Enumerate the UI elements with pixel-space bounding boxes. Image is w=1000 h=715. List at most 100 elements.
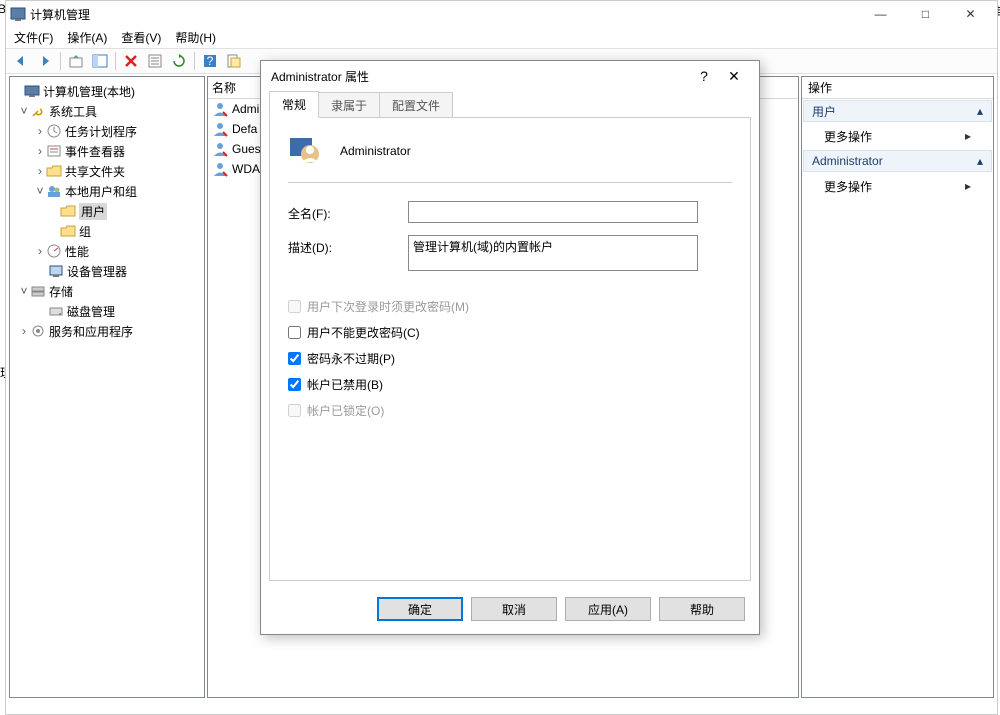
menu-view[interactable]: 查看(V) [121,29,161,46]
expand-icon[interactable]: ˅ [18,104,30,118]
description-label: 描述(D): [288,235,408,256]
list-item-label: Admi [232,102,259,116]
checkbox[interactable] [288,378,301,391]
fullname-input[interactable] [408,201,698,223]
menubar: 文件(F) 操作(A) 查看(V) 帮助(H) [6,27,997,48]
tree-storage[interactable]: 存储 [49,283,73,300]
perf-icon [46,243,62,259]
tab-profile[interactable]: 配置文件 [379,92,453,118]
collapse-icon[interactable]: › [34,164,46,178]
collapse-icon[interactable]: › [34,124,46,138]
user-icon [212,161,228,177]
tree-task-scheduler[interactable]: 任务计划程序 [65,123,137,140]
folder-share-icon [46,163,62,179]
submenu-arrow-icon: ▸ [965,129,971,143]
users-icon [46,183,62,199]
disk-icon [48,303,64,319]
tab-general[interactable]: 常规 [269,91,319,118]
username-label: Administrator [340,144,411,158]
actions-section-label: Administrator [812,154,883,168]
tools-icon [30,103,46,119]
tree-services-apps[interactable]: 服务和应用程序 [49,323,133,340]
expand-icon[interactable]: ˅ [18,284,30,298]
chk-never-expire[interactable]: 密码永不过期(P) [288,345,732,371]
help-button[interactable]: 帮助 [659,597,745,621]
titlebar[interactable]: 计算机管理 — □ ✕ [6,1,997,27]
dialog-close-button[interactable]: ✕ [719,68,749,85]
tree-shared-folders[interactable]: 共享文件夹 [65,163,125,180]
help-button[interactable]: ? [199,50,221,72]
user-icon [212,141,228,157]
apply-button[interactable]: 应用(A) [565,597,651,621]
dialog-buttons: 确定 取消 应用(A) 帮助 [261,584,759,634]
tree-event-viewer[interactable]: 事件查看器 [65,143,125,160]
show-hide-tree-button[interactable] [89,50,111,72]
ok-button[interactable]: 确定 [377,597,463,621]
clock-icon [46,123,62,139]
checkbox-label: 帐户已锁定(O) [307,402,384,419]
back-button[interactable] [10,50,32,72]
dialog-title: Administrator 属性 [271,68,689,85]
collapse-icon[interactable]: › [18,324,30,338]
tree-device-manager[interactable]: 设备管理器 [67,263,127,280]
delete-button[interactable] [120,50,142,72]
actions-section-label: 用户 [812,103,836,120]
actions-more-2[interactable]: 更多操作▸ [802,173,993,199]
checkbox-label: 用户不能更改密码(C) [307,324,420,341]
checkbox[interactable] [288,352,301,365]
tree-system-tools[interactable]: 系统工具 [49,103,97,120]
user-avatar-icon [288,134,322,168]
separator [288,182,732,183]
tree-users[interactable]: 用户 [79,203,107,220]
menu-action[interactable]: 操作(A) [67,29,107,46]
folder-icon [60,203,76,219]
maximize-button[interactable]: □ [903,1,948,27]
tree-disk-mgmt[interactable]: 磁盘管理 [67,303,115,320]
collapse-icon[interactable]: › [34,144,46,158]
collapse-up-icon: ▴ [977,154,983,168]
fullname-label: 全名(F): [288,201,408,222]
properties-button[interactable] [144,50,166,72]
expand-icon[interactable]: ˅ [34,184,46,198]
tree-performance[interactable]: 性能 [65,243,89,260]
collapse-up-icon: ▴ [977,104,983,118]
actions-item-label: 更多操作 [824,128,872,145]
chk-cannot-change[interactable]: 用户不能更改密码(C) [288,319,732,345]
actions-section-admin[interactable]: Administrator ▴ [803,150,992,172]
refresh-button[interactable] [168,50,190,72]
checkbox-label: 密码永不过期(P) [307,350,395,367]
actions-pane: 操作 用户▴ 更多操作▸ Administrator▴ 更多操作▸ [801,76,994,698]
up-button[interactable] [65,50,87,72]
chk-account-disabled[interactable]: 帐户已禁用(B) [288,371,732,397]
dialog-titlebar[interactable]: Administrator 属性 ? ✕ [261,61,759,91]
checkbox[interactable] [288,326,301,339]
checkbox [288,300,301,313]
window-title: 计算机管理 [30,6,858,23]
event-icon [46,143,62,159]
actions-more-1[interactable]: 更多操作 ▸ [802,123,993,149]
minimize-button[interactable]: — [858,1,903,27]
cancel-button[interactable]: 取消 [471,597,557,621]
dialog-tabs: 常规 隶属于 配置文件 [261,91,759,117]
collapse-icon[interactable]: › [34,244,46,258]
close-button[interactable]: ✕ [948,1,993,27]
storage-icon [30,283,46,299]
list-item-label: Gues [232,142,261,156]
export-button[interactable] [223,50,245,72]
nav-tree[interactable]: 计算机管理(本地) ˅ 系统工具 › 任务计划程序 › 事件查看器 › 共享文件夹 ˅ 本… [9,76,205,698]
menu-help[interactable]: 帮助(H) [175,29,216,46]
actions-header: 操作 [802,77,993,99]
forward-button[interactable] [34,50,56,72]
tree-groups[interactable]: 组 [79,223,91,240]
menu-file[interactable]: 文件(F) [14,29,53,46]
dialog-help-button[interactable]: ? [689,68,719,84]
tab-member-of[interactable]: 隶属于 [318,92,380,118]
actions-section-users[interactable]: 用户 ▴ [803,100,992,122]
app-icon [10,6,26,22]
list-item-label: WDA [232,162,260,176]
tree-root[interactable]: 计算机管理(本地) [43,83,135,100]
description-input[interactable]: 管理计算机(域)的内置帐户 [408,235,698,271]
tree-local-users-groups[interactable]: 本地用户和组 [65,183,137,200]
services-icon [30,323,46,339]
properties-dialog: Administrator 属性 ? ✕ 常规 隶属于 配置文件 Adminis… [260,60,760,635]
